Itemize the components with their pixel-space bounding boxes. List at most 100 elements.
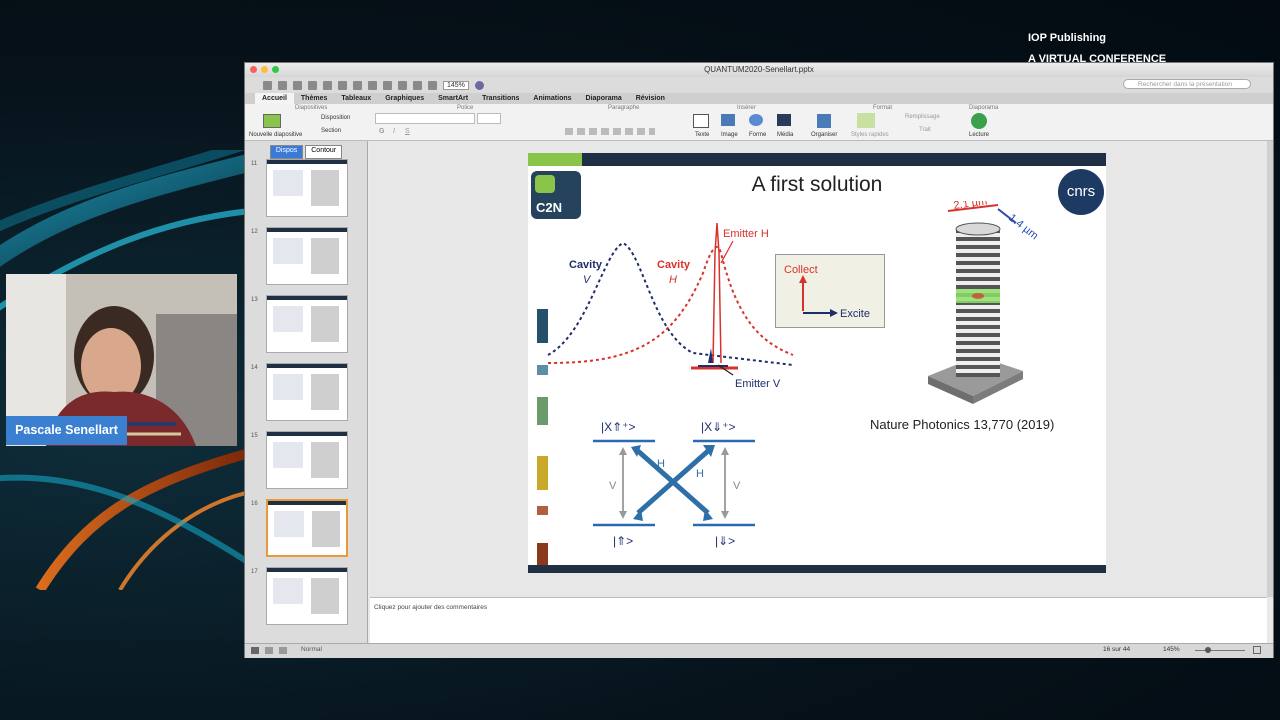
slide-thumbnail[interactable] (266, 159, 348, 217)
group-label-format: Format (873, 105, 893, 111)
media-icon[interactable] (777, 114, 791, 126)
close-window-button[interactable] (250, 66, 257, 73)
tab-themes[interactable]: Thèmes (294, 93, 334, 104)
powerpoint-window: QUANTUM2020-Senellart.pptx 145% Recherch… (244, 62, 1274, 658)
collect-label: Collect (784, 264, 818, 276)
font-size-select[interactable] (477, 113, 501, 124)
cut-icon[interactable] (338, 80, 347, 90)
group-label-paragraphe: Paragraphe (608, 105, 640, 111)
insert-text-button[interactable]: Texte (695, 132, 709, 138)
font-name-select[interactable] (375, 113, 475, 124)
micropillar-figure: 2.1 µm 1.4 µm (928, 201, 1040, 404)
standard-toolbar: 145% Rechercher dans la présentation (245, 77, 1273, 93)
zoom-window-button[interactable] (272, 66, 279, 73)
state-down-label: |⇓> (715, 534, 735, 548)
tab-animations[interactable]: Animations (526, 93, 578, 104)
slide-thumbnail[interactable] (266, 295, 348, 353)
transition-h-right: H (696, 468, 704, 480)
play-icon[interactable] (971, 113, 987, 129)
slide-sorter-view-icon[interactable] (265, 647, 273, 654)
tab-tableaux[interactable]: Tableaux (334, 93, 378, 104)
open-icon[interactable] (293, 80, 302, 90)
side-marker-4 (537, 456, 548, 490)
speaker-name-tag: Pascale Senellart (6, 416, 127, 445)
slide-counter: 16 sur 44 (1103, 646, 1131, 653)
zoom-slider-thumb[interactable] (1205, 647, 1211, 653)
slide-thumbnail[interactable] (266, 567, 348, 625)
tab-smartart[interactable]: SmartArt (431, 93, 475, 104)
section-button[interactable]: Section (321, 128, 341, 134)
notes-pane[interactable]: Cliquez pour ajouter des commentaires (370, 597, 1267, 643)
transition-v-left: V (609, 480, 617, 492)
transition-h-left: H (657, 458, 665, 470)
slide-top-bar (528, 153, 1106, 166)
tab-graphiques[interactable]: Graphiques (378, 93, 431, 104)
bold-icon[interactable]: G (379, 128, 384, 135)
emitter-h-peak (712, 222, 722, 364)
zoom-select[interactable]: 145% (443, 80, 469, 90)
minimize-window-button[interactable] (261, 66, 268, 73)
normal-view-icon[interactable] (251, 647, 259, 654)
new-slide-icon[interactable] (263, 114, 281, 128)
search-input[interactable]: Rechercher dans la présentation (1123, 79, 1251, 89)
paragraph-align-icons[interactable] (565, 128, 655, 135)
citation-text: Nature Photonics 13,770 (2019) (870, 417, 1055, 432)
quick-styles-icon[interactable] (857, 113, 875, 128)
slide-thumbnail[interactable] (266, 431, 348, 489)
insert-media-button[interactable]: Média (777, 132, 793, 138)
fill-button[interactable]: Remplissage (905, 114, 940, 120)
italic-icon[interactable]: I (393, 128, 395, 135)
play-slideshow-button[interactable]: Lecture (969, 132, 989, 138)
picture-icon[interactable] (721, 114, 735, 126)
zoom-level: 145% (1163, 646, 1180, 653)
cavity-h-label: Cavity (657, 259, 691, 271)
shape-icon[interactable] (749, 114, 763, 126)
reading-view-icon[interactable] (279, 647, 287, 654)
save-icon[interactable] (308, 80, 317, 90)
help-icon[interactable] (474, 80, 484, 90)
cavity-v-label: Cavity (569, 259, 603, 271)
excite-label: Excite (840, 308, 870, 320)
redo-icon[interactable] (413, 80, 422, 90)
tab-transitions[interactable]: Transitions (475, 93, 526, 104)
cavity-h-sub: H (669, 274, 677, 286)
tab-accueil[interactable]: Accueil (255, 93, 294, 104)
print-icon[interactable] (323, 80, 332, 90)
view-mode-label: Normal (301, 646, 322, 653)
layout-button[interactable]: Disposition (321, 115, 350, 121)
paste-icon[interactable] (368, 80, 377, 90)
tab-diaporama[interactable]: Diaporama (579, 93, 629, 104)
insert-image-button[interactable]: Image (721, 132, 738, 138)
zoom-slider-track[interactable] (1195, 650, 1245, 651)
tab-slides[interactable]: Dispos (269, 145, 304, 159)
thumbnail-number: 17 (251, 569, 258, 575)
format-painter-icon[interactable] (383, 80, 392, 90)
undo-icon[interactable] (398, 80, 407, 90)
collect-excite-diagram: Collect Excite (784, 264, 870, 320)
slideshow-icon[interactable] (428, 80, 437, 90)
cnrs-logo: cnrs (1058, 169, 1104, 215)
current-slide[interactable]: C2N A first solution cnrs Cavity V Cavit… (528, 153, 1106, 573)
fit-window-icon[interactable] (1253, 646, 1261, 654)
tab-outline[interactable]: Contour (305, 145, 343, 159)
state-x-down-label: |X⇓⁺> (701, 420, 736, 434)
tab-revision[interactable]: Révision (629, 93, 672, 104)
window-title: QUANTUM2020-Senellart.pptx (704, 65, 814, 74)
line-button[interactable]: Trait (919, 127, 931, 133)
new-icon[interactable] (263, 80, 272, 90)
slide-thumbnail[interactable] (266, 227, 348, 285)
insert-shape-button[interactable]: Forme (749, 132, 766, 138)
copy-icon[interactable] (353, 80, 362, 90)
vertical-scrollbar[interactable] (1267, 141, 1273, 597)
underline-icon[interactable]: S (405, 128, 410, 135)
text-box-icon[interactable] (693, 114, 709, 128)
template-icon[interactable] (278, 80, 287, 90)
slide-thumbnail[interactable] (266, 499, 348, 557)
new-slide-button[interactable]: Nouvelle diapositive (249, 132, 302, 138)
arrange-button[interactable]: Organiser (811, 132, 837, 138)
quick-styles-button[interactable]: Styles rapides (851, 132, 889, 138)
ribbon-tabs: Accueil Thèmes Tableaux Graphiques Smart… (245, 93, 1273, 104)
arrange-icon[interactable] (817, 114, 831, 128)
slide-title[interactable]: A first solution (528, 173, 1106, 197)
slide-thumbnail[interactable] (266, 363, 348, 421)
